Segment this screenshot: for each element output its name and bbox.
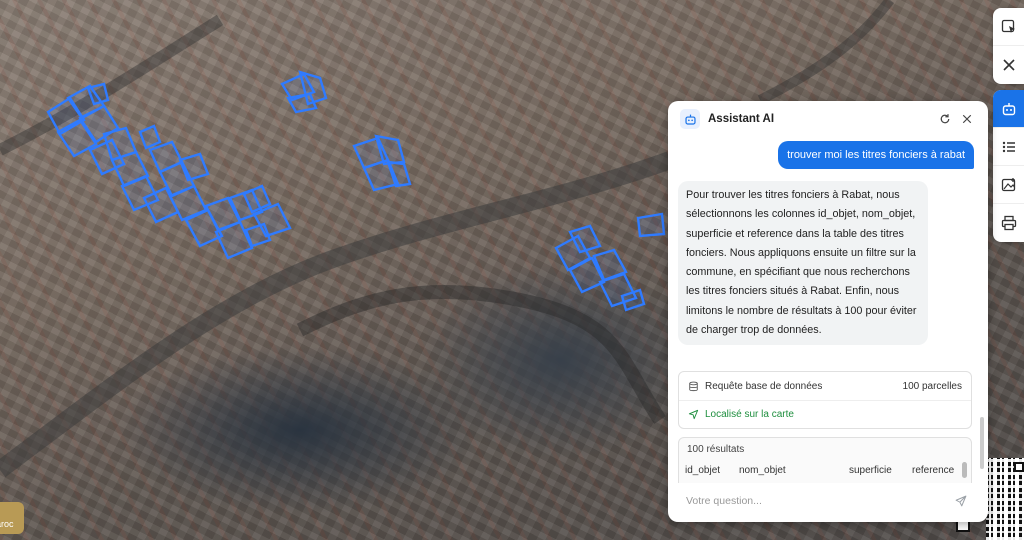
assistant-header: Assistant AI	[668, 101, 988, 137]
print-icon	[1001, 215, 1016, 231]
tool-result-card: Requête base de données 100 parcelles Lo…	[678, 371, 972, 429]
add-image-button[interactable]	[993, 166, 1024, 204]
column-header-superficie[interactable]: superficie	[849, 465, 912, 476]
assistant-toggle-button[interactable]	[993, 90, 1024, 128]
list-icon	[1002, 141, 1015, 152]
parcel	[286, 92, 318, 114]
road	[296, 285, 666, 424]
qr-code-marker	[1014, 462, 1024, 472]
close-icon	[1002, 59, 1015, 71]
query-count: 100 parcelles	[902, 380, 962, 392]
query-row: Requête base de données 100 parcelles	[679, 372, 971, 400]
parcel	[138, 124, 162, 150]
toolbar-group-top	[993, 8, 1024, 84]
image-add-icon	[1001, 177, 1015, 191]
results-count: 100 résultats	[687, 444, 745, 455]
close-icon	[962, 114, 972, 124]
toolbar-group-bottom	[993, 90, 1024, 242]
map-toolbar	[993, 8, 1024, 248]
panel-scrollbar[interactable]	[980, 417, 984, 469]
results-table-header: id_objet nom_objet superficie reference	[679, 465, 971, 476]
cursor-select-icon	[1001, 19, 1015, 33]
query-label: Requête base de données	[705, 380, 823, 392]
assistant-message: Pour trouver les titres fonciers à Rabat…	[678, 181, 928, 346]
results-table[interactable]: 100 résultats id_objet nom_objet superfi…	[678, 437, 972, 483]
map-attribution: aroc	[0, 502, 24, 534]
close-assistant-button[interactable]	[956, 108, 978, 130]
reset-chat-button[interactable]	[934, 108, 956, 130]
send-icon	[955, 495, 967, 507]
assistant-title: Assistant AI	[708, 113, 775, 125]
message-list[interactable]: trouver moi les titres fonciers à rabat …	[668, 137, 988, 483]
question-input[interactable]	[686, 495, 952, 507]
parcel-cluster-north	[280, 70, 328, 114]
column-header-nom-objet[interactable]: nom_objet	[739, 465, 849, 476]
parcel	[244, 222, 272, 248]
locate-on-map-link[interactable]: Localisé sur la carte	[679, 400, 971, 428]
refresh-icon	[940, 114, 950, 124]
parcel-cluster-east	[554, 212, 666, 312]
select-tool-button[interactable]	[993, 8, 1024, 46]
located-label: Localisé sur la carte	[705, 409, 794, 420]
print-button[interactable]	[993, 204, 1024, 242]
robot-icon	[684, 114, 696, 125]
layers-list-button[interactable]	[993, 128, 1024, 166]
parcel-cluster-west	[46, 82, 292, 260]
parcel	[636, 212, 666, 238]
database-icon	[689, 381, 698, 391]
user-message: trouver moi les titres fonciers à rabat	[778, 141, 974, 169]
parcel-cluster-center	[352, 134, 412, 192]
robot-icon	[1002, 102, 1015, 115]
assistant-avatar	[680, 109, 700, 129]
results-scrollbar[interactable]	[962, 462, 967, 478]
close-tool-button[interactable]	[993, 46, 1024, 84]
road	[757, 0, 894, 105]
send-button[interactable]	[952, 492, 970, 510]
column-header-reference[interactable]: reference	[912, 465, 962, 476]
assistant-panel: Assistant AI trouver moi les titres fonc…	[668, 101, 988, 522]
column-header-id-objet[interactable]: id_objet	[685, 465, 739, 476]
navigation-arrow-icon	[688, 409, 699, 420]
question-input-area	[676, 485, 980, 517]
